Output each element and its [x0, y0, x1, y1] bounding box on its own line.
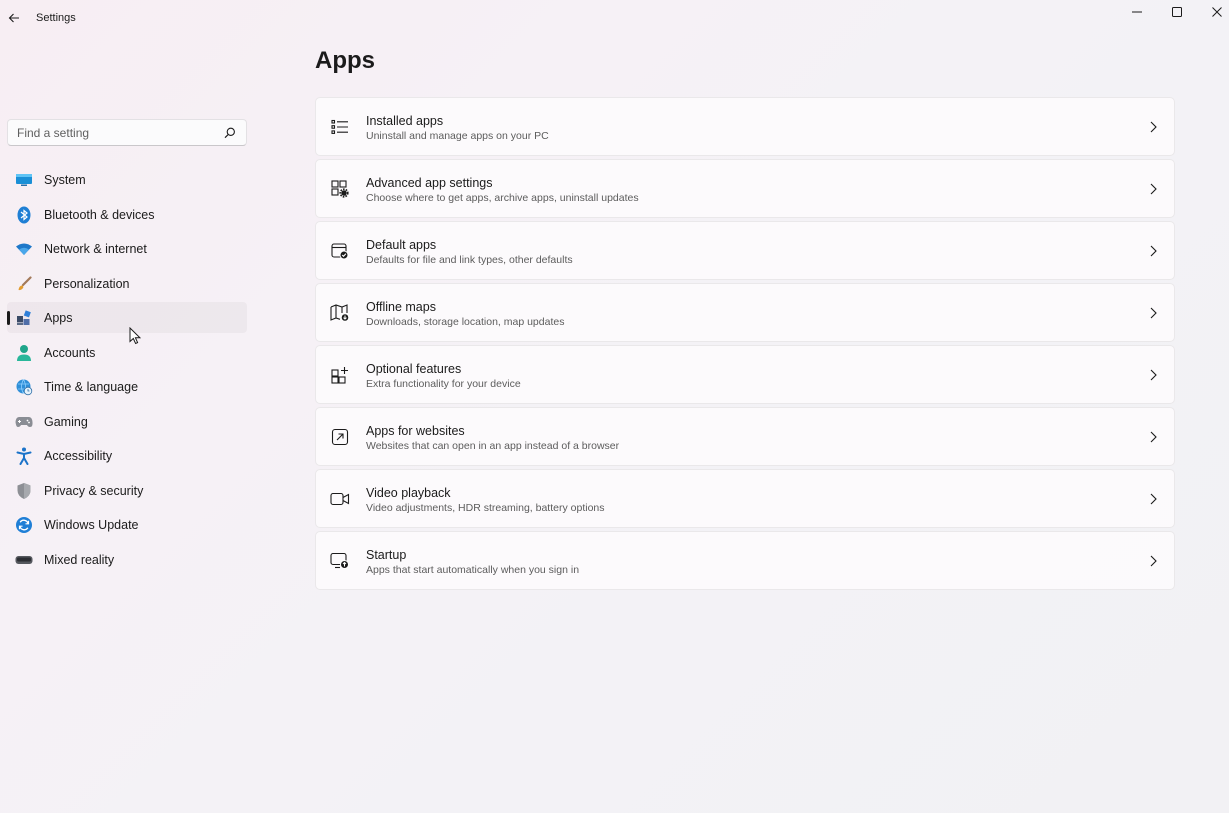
card-subtitle: Uninstall and manage apps on your PC: [366, 130, 549, 142]
sidebar-item-time-language[interactable]: Time & language: [7, 371, 247, 402]
card-subtitle: Video adjustments, HDR streaming, batter…: [366, 502, 605, 514]
sidebar-item-network[interactable]: Network & internet: [7, 233, 247, 264]
close-icon: [1212, 7, 1222, 17]
chevron-right-icon: [1150, 493, 1157, 505]
title-bar: Settings: [0, 0, 1229, 36]
card-optional-features[interactable]: Optional features Extra functionality fo…: [315, 345, 1175, 404]
page-title: Apps: [315, 47, 375, 74]
sidebar-item-label: Accessibility: [44, 449, 113, 463]
card-startup[interactable]: Startup Apps that start automatically wh…: [315, 531, 1175, 590]
search-box: [7, 119, 247, 146]
maximize-icon: [1172, 7, 1182, 17]
card-title: Optional features: [366, 362, 462, 376]
sidebar-item-apps[interactable]: Apps: [7, 302, 247, 333]
sidebar-item-label: Accounts: [44, 345, 96, 360]
chevron-right-icon: [1150, 555, 1157, 567]
sidebar-item-label: Bluetooth & devices: [44, 207, 155, 222]
card-subtitle: Extra functionality for your device: [366, 378, 521, 390]
sidebar-item-label: Windows Update: [44, 518, 139, 532]
sidebar-item-label: Gaming: [44, 414, 88, 429]
card-subtitle: Apps that start automatically when you s…: [366, 564, 580, 576]
sidebar-item-label: Mixed reality: [44, 552, 115, 567]
card-subtitle: Websites that can open in an app instead…: [366, 440, 620, 452]
card-default-apps[interactable]: Default apps Defaults for file and link …: [315, 221, 1175, 280]
card-title: Apps for websites: [366, 424, 465, 438]
person-icon: [15, 344, 33, 362]
chevron-right-icon: [1150, 245, 1157, 257]
vr-headset-icon: [15, 551, 33, 569]
sidebar-item-label: Time & language: [44, 380, 139, 394]
map-download-icon: [330, 303, 350, 323]
search-icon[interactable]: [223, 126, 237, 140]
close-button[interactable]: [1197, 0, 1229, 24]
open-external-icon: [330, 427, 350, 447]
card-advanced-app-settings[interactable]: Advanced app settings Choose where to ge…: [315, 159, 1175, 218]
sidebar-item-label: Privacy & security: [44, 483, 144, 498]
add-grid-icon: [330, 365, 350, 385]
sidebar-item-label: Personalization: [44, 276, 130, 291]
sidebar-item-mixed-reality[interactable]: Mixed reality: [7, 544, 247, 575]
minimize-button[interactable]: [1117, 0, 1157, 24]
sidebar-item-label: System: [44, 173, 86, 187]
card-apps-for-websites[interactable]: Apps for websites Websites that can open…: [315, 407, 1175, 466]
card-title: Installed apps: [366, 114, 444, 128]
card-subtitle: Downloads, storage location, map updates: [366, 316, 565, 328]
brush-icon: [15, 275, 33, 293]
card-title: Advanced app settings: [366, 176, 493, 190]
chevron-right-icon: [1150, 307, 1157, 319]
accessibility-icon: [15, 447, 33, 465]
bluetooth-icon: [15, 206, 33, 224]
update-icon: [15, 516, 33, 534]
sidebar-item-gaming[interactable]: Gaming: [7, 406, 247, 437]
gamepad-icon: [15, 413, 33, 431]
search-input[interactable]: [8, 120, 218, 145]
sidebar-item-label: Apps: [44, 311, 73, 325]
globe-clock-icon: [15, 378, 33, 396]
system-icon: [15, 171, 33, 189]
sidebar-item-privacy-security[interactable]: Privacy & security: [7, 475, 247, 506]
apps-icon: [15, 309, 33, 327]
sidebar-item-label: Network & internet: [44, 242, 147, 256]
chevron-right-icon: [1150, 183, 1157, 195]
back-button[interactable]: [4, 8, 24, 28]
default-apps-icon: [330, 241, 350, 261]
startup-icon: [330, 551, 350, 571]
settings-card-list: Installed apps Uninstall and manage apps…: [315, 97, 1175, 593]
app-settings-icon: [330, 179, 350, 199]
card-video-playback[interactable]: Video playback Video adjustments, HDR st…: [315, 469, 1175, 528]
sidebar-item-system[interactable]: System: [7, 164, 247, 195]
chevron-right-icon: [1150, 369, 1157, 381]
sidebar-item-windows-update[interactable]: Windows Update: [7, 509, 247, 540]
card-title: Default apps: [366, 238, 437, 252]
sidebar-item-personalization[interactable]: Personalization: [7, 268, 247, 299]
card-title: Offline maps: [366, 300, 436, 314]
chevron-right-icon: [1150, 121, 1157, 133]
minimize-icon: [1132, 11, 1142, 13]
card-subtitle: Defaults for file and link types, other …: [366, 254, 573, 266]
wifi-icon: [15, 240, 33, 258]
card-title: Video playback: [366, 486, 451, 500]
sidebar-item-bluetooth[interactable]: Bluetooth & devices: [7, 199, 247, 230]
window-title: Settings: [36, 12, 76, 24]
list-icon: [330, 117, 350, 137]
maximize-button[interactable]: [1157, 0, 1197, 24]
sidebar-item-accounts[interactable]: Accounts: [7, 337, 247, 368]
back-arrow-icon: [8, 13, 19, 23]
sidebar-item-accessibility[interactable]: Accessibility: [7, 440, 247, 471]
chevron-right-icon: [1150, 431, 1157, 443]
sidebar-nav: System Bluetooth & devices Network & int…: [7, 164, 247, 578]
card-title: Startup: [366, 548, 407, 562]
card-installed-apps[interactable]: Installed apps Uninstall and manage apps…: [315, 97, 1175, 156]
card-subtitle: Choose where to get apps, archive apps, …: [366, 192, 639, 204]
card-offline-maps[interactable]: Offline maps Downloads, storage location…: [315, 283, 1175, 342]
video-icon: [330, 489, 350, 509]
shield-icon: [15, 482, 33, 500]
